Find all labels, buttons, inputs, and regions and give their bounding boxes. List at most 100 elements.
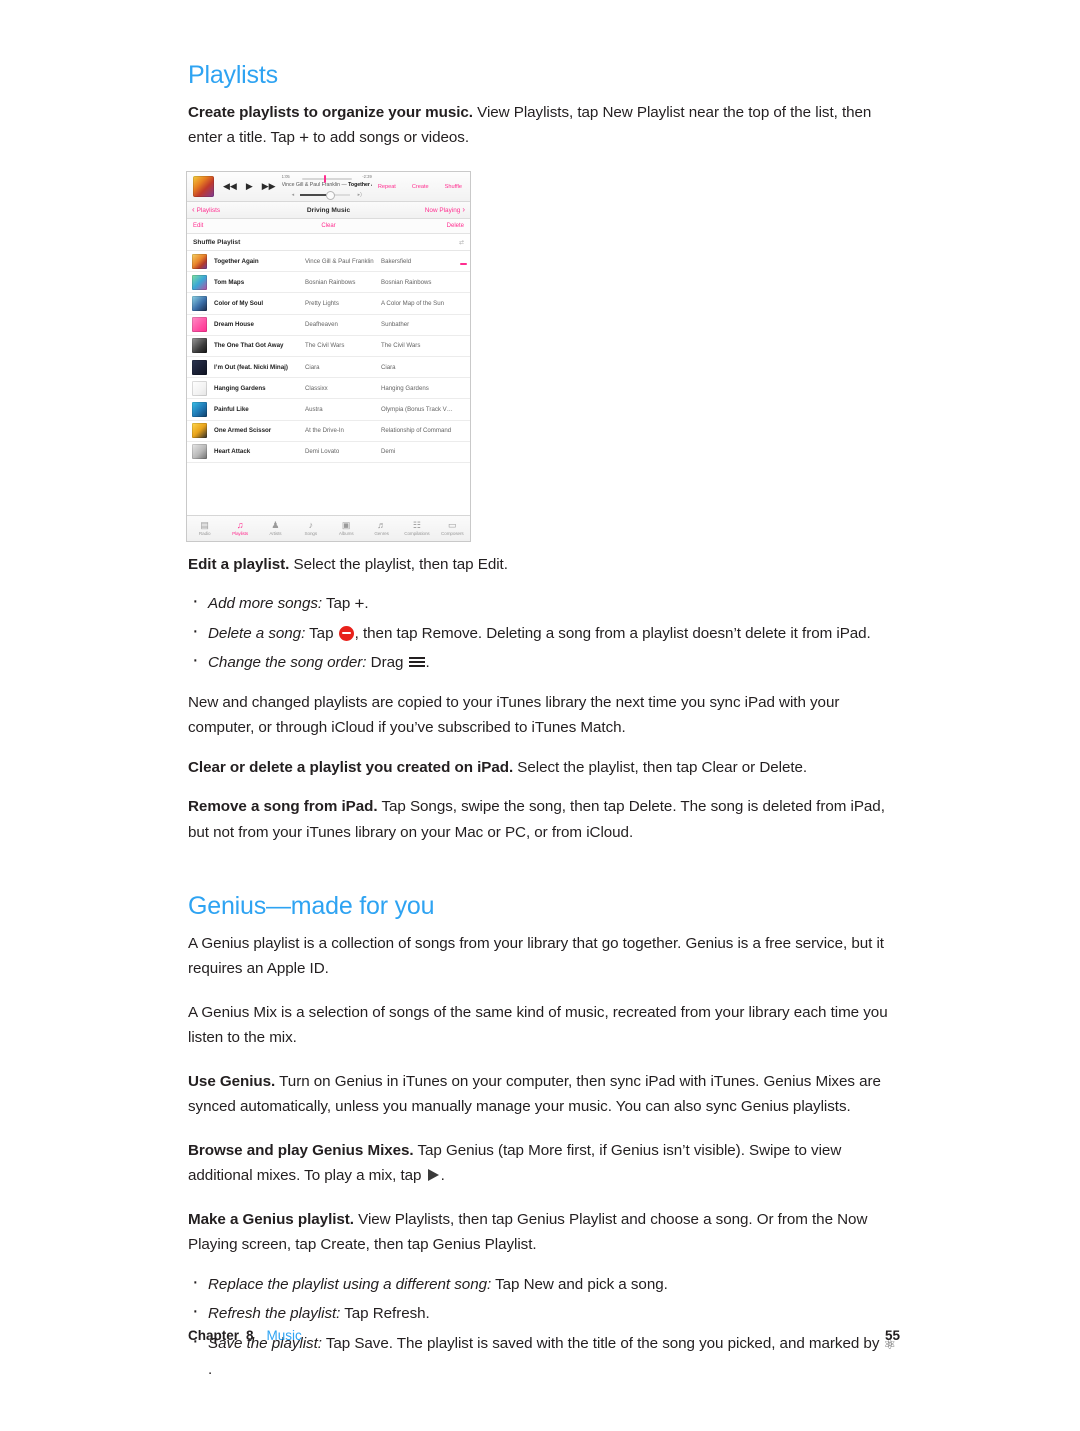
fast-forward-icon[interactable]: ▶▶ bbox=[262, 182, 276, 191]
song-row[interactable]: Together Again Vince Gill & Paul Franklin… bbox=[187, 251, 470, 273]
paragraph-create-playlists: Create playlists to organize your music.… bbox=[188, 100, 900, 151]
document-page: Playlists Create playlists to organize y… bbox=[0, 0, 1080, 1431]
song-artist: Classixx bbox=[305, 384, 328, 392]
song-album: Demi bbox=[381, 448, 396, 456]
scrubber-track[interactable] bbox=[301, 174, 352, 183]
song-title: Together Again bbox=[214, 257, 259, 265]
bullet-text-add-after: . bbox=[364, 595, 369, 612]
paragraph-genius-intro: A Genius playlist is a collection of son… bbox=[188, 934, 884, 978]
song-row[interactable]: I’m Out (feat. Nicki Minaj) Ciara Ciara bbox=[187, 356, 470, 379]
shuffle-playlist-label: Shuffle Playlist bbox=[193, 238, 241, 246]
shuffle-button[interactable]: Shuffle bbox=[445, 184, 462, 190]
play-icon[interactable]: ▶ bbox=[246, 182, 253, 191]
tab-label: Albums bbox=[338, 531, 354, 536]
song-row[interactable]: Hanging Gardens Classixx Hanging Gardens bbox=[187, 378, 470, 400]
footer-page-number: 55 bbox=[884, 1328, 900, 1343]
song-album: Bakersfield bbox=[381, 257, 412, 265]
tab-label: Artists bbox=[269, 531, 282, 536]
tab-albums[interactable]: ▣ Albums bbox=[329, 520, 364, 537]
tab-composers[interactable]: ▭ Composers bbox=[435, 520, 470, 537]
song-row[interactable]: Color of My Soul Pretty Lights A Color Map… bbox=[187, 293, 470, 315]
volume-down-icon[interactable]: ◂ bbox=[292, 192, 295, 198]
song-artist: Ciara bbox=[305, 363, 320, 371]
song-artist: Demi Lovato bbox=[305, 448, 340, 456]
bullet-text-delete-before: Tap bbox=[305, 624, 338, 642]
plus-icon: + bbox=[299, 128, 309, 147]
song-artwork bbox=[192, 295, 207, 311]
transport-controls: ◀◀ ▶ ▶▶ bbox=[223, 182, 276, 191]
song-artwork bbox=[192, 401, 207, 417]
paragraph-sync-playlists: New and changed playlists are copied to … bbox=[188, 693, 840, 737]
song-row[interactable]: Dream House Deafheaven Sunbather bbox=[187, 314, 470, 336]
song-artist: Austra bbox=[305, 405, 323, 413]
album-art-thumbnail bbox=[193, 176, 214, 197]
song-artwork bbox=[192, 444, 207, 460]
song-album: A Color Map of the Sun bbox=[381, 299, 445, 307]
paragraph-use-genius: Use Genius. Turn on Genius in iTunes on … bbox=[188, 1069, 900, 1120]
bullet-text-add-before: Tap bbox=[322, 595, 355, 612]
bullet-text-replace: Tap New and pick a song. bbox=[491, 1275, 668, 1293]
volume-knob[interactable] bbox=[326, 191, 336, 200]
drag-handle-icon bbox=[408, 657, 425, 668]
elapsed-time: 1:05 bbox=[281, 173, 290, 179]
song-artist: Deafheaven bbox=[305, 321, 338, 329]
lead-remove-song: Remove a song from iPad. bbox=[188, 798, 378, 815]
bullet-text-order-before: Drag bbox=[366, 654, 408, 671]
clear-button[interactable]: Clear bbox=[187, 223, 470, 229]
bullet-change-song-order: Change the song order: Drag . bbox=[188, 648, 900, 676]
song-row[interactable]: The One That Got Away The Civil Wars The C… bbox=[187, 335, 470, 357]
lead-create-playlists: Create playlists to organize your music. bbox=[188, 103, 473, 121]
playlist-title: Driving Music bbox=[306, 206, 351, 214]
song-album: The Civil Wars bbox=[381, 342, 421, 350]
bullet-label-replace: Replace the playlist using a different s… bbox=[208, 1275, 492, 1293]
song-artwork bbox=[192, 423, 207, 439]
bullet-replace-playlist: Replace the playlist using a different s… bbox=[188, 1270, 900, 1298]
page-title-genius: Genius—made for you bbox=[188, 892, 435, 920]
tab-genres[interactable]: ♬ Genres bbox=[364, 520, 399, 537]
song-row[interactable]: Painful Like Austra Olympia (Bonus Track V… bbox=[187, 399, 470, 421]
song-artist: The Civil Wars bbox=[305, 342, 345, 350]
song-album: Bosnian Rainbows bbox=[381, 278, 432, 286]
tab-compilations[interactable]: ☷ Compilations bbox=[399, 520, 434, 537]
text-create-playlists-tail: to add songs or videos. bbox=[308, 129, 470, 146]
shuffle-playlist-row[interactable]: Shuffle Playlist ⇄ bbox=[187, 234, 470, 251]
volume-up-icon[interactable]: ▸) bbox=[358, 192, 362, 198]
song-row[interactable]: One Armed Scissor At the Drive-In Relation… bbox=[187, 420, 470, 442]
song-artwork bbox=[192, 317, 207, 333]
tab-songs[interactable]: ♪ Songs bbox=[293, 520, 328, 537]
track-artist: Vince Gill & Paul Franklin bbox=[281, 181, 341, 188]
playlist-action-bar: Edit Clear Delete bbox=[187, 219, 470, 234]
create-button[interactable]: Create bbox=[412, 184, 429, 190]
text-edit-playlist-rest: Select the playlist, then tap Edit. bbox=[289, 555, 508, 573]
plus-icon: + bbox=[354, 594, 365, 613]
text-browse-genius-tail: . bbox=[440, 1167, 445, 1184]
tab-radio[interactable]: ▤ Radio bbox=[187, 520, 222, 537]
song-title: One Armed Scissor bbox=[214, 427, 272, 435]
song-artist: Vince Gill & Paul Franklin bbox=[305, 257, 374, 265]
footer-chapter-title[interactable]: Music bbox=[267, 1328, 302, 1343]
tab-artists[interactable]: ♟ Artists bbox=[258, 520, 293, 537]
bullet-label-delete: Delete a song: bbox=[208, 624, 306, 642]
now-playing-actions: Repeat Create Shuffle bbox=[378, 184, 462, 190]
tab-playlists[interactable]: ♫ Playlists bbox=[222, 520, 257, 537]
song-album: Olympia (Bonus Track V… bbox=[381, 405, 453, 413]
rewind-icon[interactable]: ◀◀ bbox=[223, 182, 237, 191]
song-artist: Bosnian Rainbows bbox=[305, 278, 356, 286]
song-delete-indicator[interactable] bbox=[456, 252, 470, 270]
lead-make-genius: Make a Genius playlist. bbox=[188, 1210, 354, 1228]
song-artist: At the Drive-In bbox=[305, 427, 344, 435]
artists-icon: ♟ bbox=[271, 520, 280, 530]
lead-clear-delete: Clear or delete a playlist you created o… bbox=[188, 758, 514, 776]
text-clear-delete-rest: Select the playlist, then tap Clear or D… bbox=[513, 758, 808, 776]
repeat-button[interactable]: Repeat bbox=[378, 184, 396, 190]
playlist-edit-bullets: Add more songs: Tap +. Delete a song: Ta… bbox=[188, 589, 900, 676]
paragraph-edit-playlist: Edit a playlist. Select the playlist, th… bbox=[188, 552, 900, 578]
song-row[interactable]: Tom Maps Bosnian Rainbows Bosnian Rainbows bbox=[187, 272, 470, 294]
song-row[interactable]: Heart Attack Demi Lovato Demi bbox=[187, 441, 470, 463]
song-artwork bbox=[192, 380, 207, 396]
bullet-refresh-playlist: Refresh the playlist: Tap Refresh. bbox=[188, 1299, 900, 1327]
lead-edit-playlist: Edit a playlist. bbox=[188, 555, 290, 573]
paragraph-remove-song: Remove a song from iPad. Tap Songs, swip… bbox=[188, 794, 900, 845]
bullet-delete-a-song: Delete a song: Tap , then tap Remove. De… bbox=[188, 619, 900, 647]
song-artist: Pretty Lights bbox=[305, 299, 339, 307]
